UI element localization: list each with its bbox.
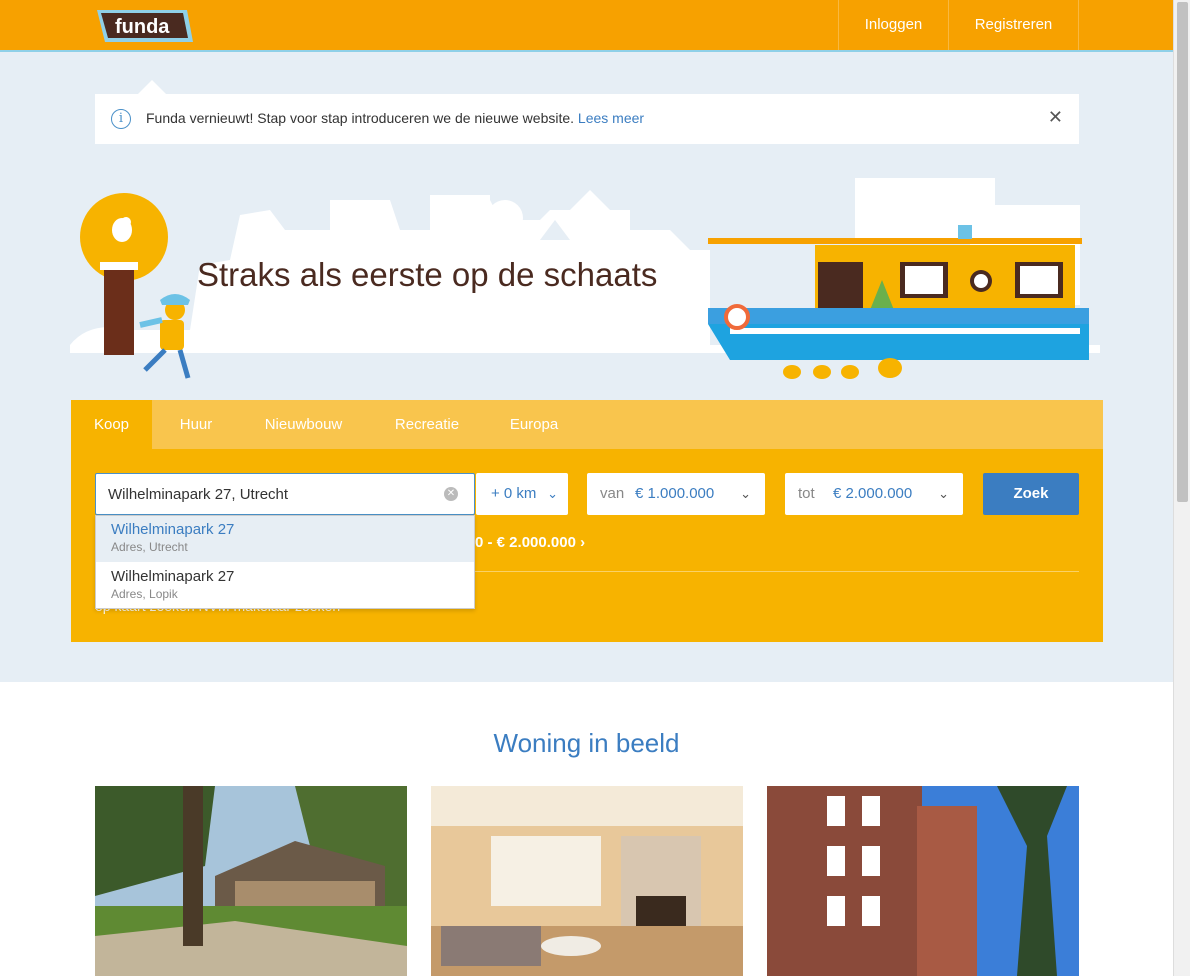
suggestion-title: Wilhelminapark 27 xyxy=(111,568,235,585)
suggestion-item[interactable]: Wilhelminapark 27 Adres, Utrecht xyxy=(96,516,474,562)
price-to-value: € 2.000.000 xyxy=(833,485,913,502)
tab-europa[interactable]: Europa xyxy=(487,400,581,449)
funda-logo[interactable]: funda xyxy=(95,8,195,44)
search-tabs: Koop Huur Nieuwbouw Recreatie Europa xyxy=(71,400,1103,449)
notice-pointer xyxy=(138,80,166,94)
chevron-down-icon: ⌄ xyxy=(740,486,751,501)
login-link[interactable]: Inloggen xyxy=(838,0,948,50)
notice-banner: i Funda vernieuwt! Stap voor stap introd… xyxy=(95,94,1079,144)
property-photo-bungalow[interactable] xyxy=(95,786,407,976)
recent-search-link[interactable]: 0 - € 2.000.000 › xyxy=(475,534,585,551)
hero-title: Straks als eerste op de schaats xyxy=(197,256,658,293)
price-from-select[interactable]: van € 1.000.000 ⌄ xyxy=(587,473,765,515)
property-photo-livingroom[interactable] xyxy=(431,786,743,976)
chevron-down-icon: ⌄ xyxy=(938,486,949,501)
tab-recreatie[interactable]: Recreatie xyxy=(367,400,487,449)
top-header: funda Inloggen Registreren xyxy=(0,0,1173,52)
radius-select[interactable]: + 0 km ⌄ xyxy=(476,473,568,515)
price-to-select[interactable]: tot € 2.000.000 ⌄ xyxy=(785,473,963,515)
suggestion-subtitle: Adres, Lopik xyxy=(111,587,178,601)
price-to-label: tot xyxy=(798,485,815,502)
suggestion-title: Wilhelminapark 27 xyxy=(111,521,235,538)
price-from-value: € 1.000.000 xyxy=(635,485,715,502)
chevron-right-icon: › xyxy=(580,534,586,551)
logo-text: funda xyxy=(115,16,170,38)
tab-nieuwbouw[interactable]: Nieuwbouw xyxy=(240,400,367,449)
price-from-label: van xyxy=(600,485,625,502)
clear-icon[interactable]: ✕ xyxy=(444,487,458,501)
chevron-down-icon: ⌄ xyxy=(547,486,558,501)
notice-text: Funda vernieuwt! Stap voor stap introduc… xyxy=(146,110,644,126)
autocomplete-dropdown: Wilhelminapark 27 Adres, Utrecht Wilhelm… xyxy=(95,515,475,609)
suggestion-item[interactable]: Wilhelminapark 27 Adres, Lopik xyxy=(96,563,474,609)
property-photo-building[interactable] xyxy=(767,786,1079,976)
scrollbar-thumb[interactable] xyxy=(1177,2,1188,502)
read-more-link[interactable]: Lees meer xyxy=(578,110,644,126)
search-button[interactable]: Zoek xyxy=(983,473,1079,515)
register-link[interactable]: Registreren xyxy=(948,0,1079,50)
location-search-input[interactable] xyxy=(95,473,475,515)
scrollbar[interactable] xyxy=(1173,0,1190,976)
radius-value: + 0 km xyxy=(491,485,537,502)
recent-search-text: 0 - € 2.000.000 xyxy=(475,534,576,551)
suggestion-subtitle: Adres, Utrecht xyxy=(111,540,188,554)
info-icon: i xyxy=(111,109,131,129)
close-icon[interactable]: ✕ xyxy=(1048,107,1063,128)
tab-koop[interactable]: Koop xyxy=(71,400,152,449)
section-title: Woning in beeld xyxy=(493,728,680,758)
tab-huur[interactable]: Huur xyxy=(152,400,240,449)
notice-message: Funda vernieuwt! Stap voor stap introduc… xyxy=(146,110,575,126)
